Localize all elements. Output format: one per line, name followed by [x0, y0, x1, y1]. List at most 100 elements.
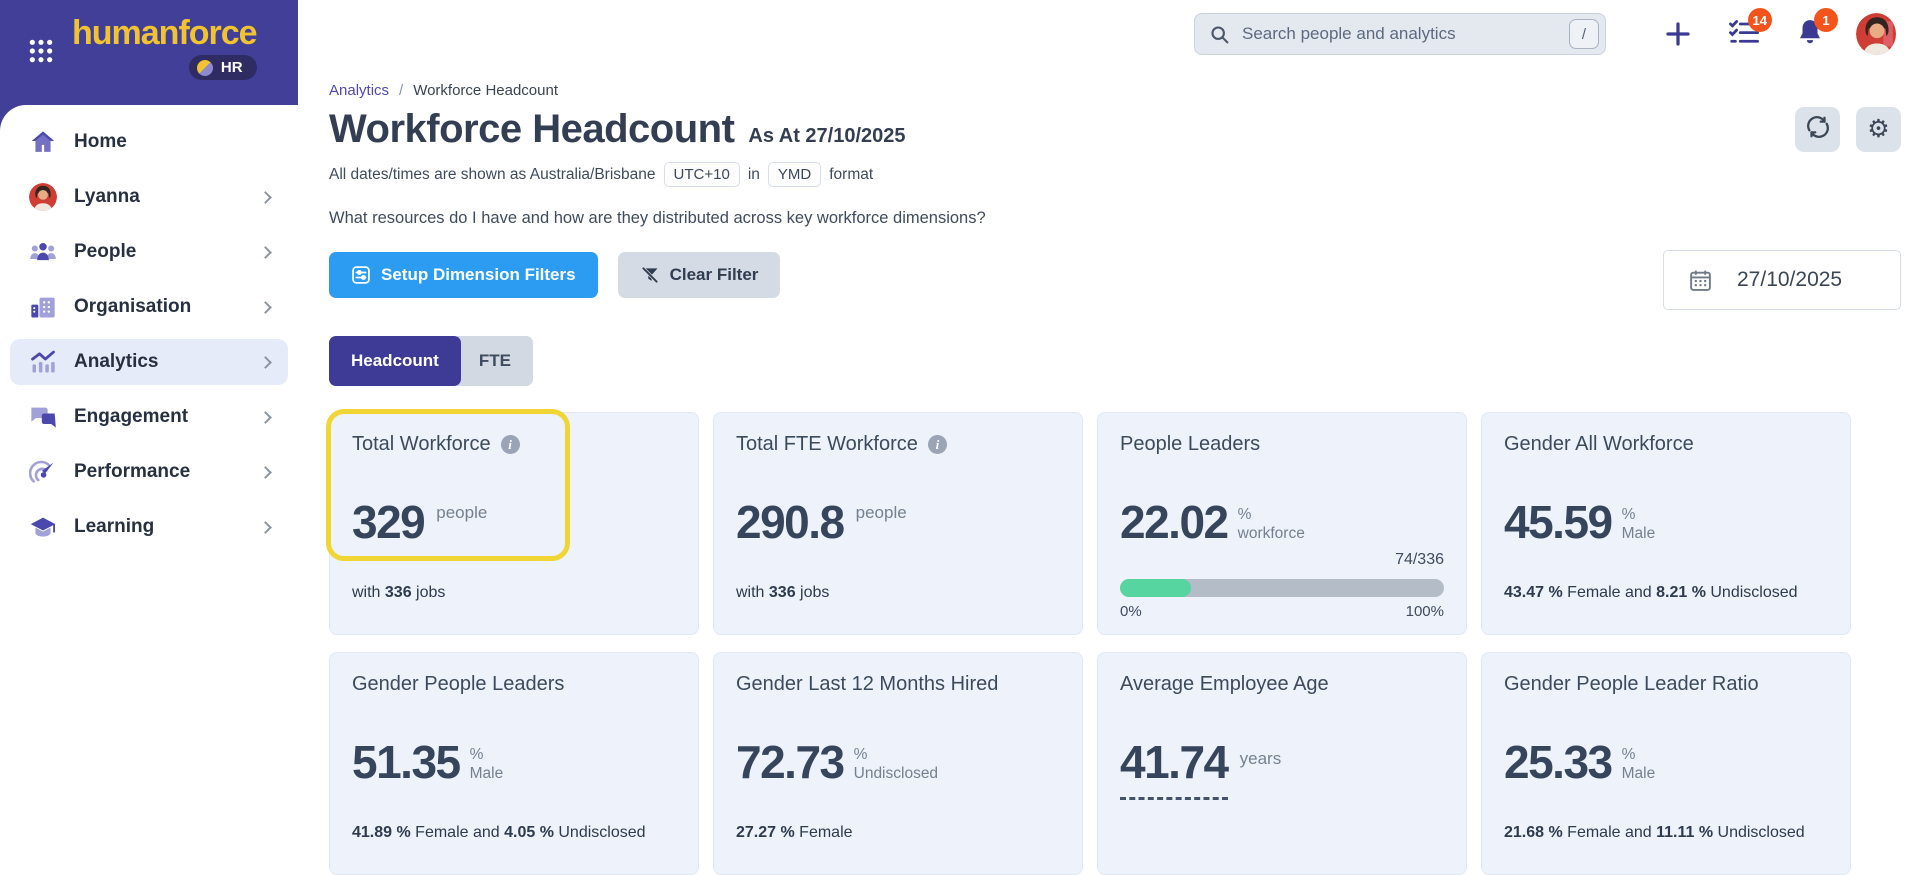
- hr-badge-icon: [196, 59, 213, 76]
- card-footnote: 21.68 % Female and 11.11 % Undisclosed: [1504, 824, 1805, 841]
- logo[interactable]: humanforce HR: [72, 14, 258, 81]
- metric-value: 51.35: [352, 736, 461, 788]
- info-icon[interactable]: i: [500, 435, 520, 454]
- card-total-fte-workforce[interactable]: Total FTE Workforce i 290.8 people with …: [713, 412, 1083, 635]
- metric-value: 290.8: [736, 496, 845, 548]
- metric-unit: % Male: [1621, 505, 1656, 542]
- card-title: Gender People Leader Ratio: [1504, 673, 1759, 695]
- sidebar-item-engagement[interactable]: Engagement: [10, 394, 288, 440]
- app-launcher-icon[interactable]: [28, 38, 54, 69]
- breadcrumb-analytics-link[interactable]: Analytics: [329, 82, 389, 99]
- refresh-button[interactable]: [1795, 107, 1840, 152]
- hr-badge: HR: [188, 55, 257, 80]
- tasks-count-badge: 14: [1747, 8, 1772, 32]
- timezone-note: All dates/times are shown as Australia/B…: [329, 162, 1901, 187]
- sidebar-item-lyanna[interactable]: Lyanna: [10, 174, 288, 220]
- tab-headcount[interactable]: Headcount: [329, 336, 461, 386]
- search-icon: [1209, 24, 1230, 45]
- sidebar-item-performance[interactable]: Performance: [10, 449, 288, 495]
- dashboard-question: What resources do I have and how are the…: [329, 209, 986, 227]
- add-button[interactable]: [1658, 14, 1698, 54]
- utc-chip: UTC+10: [663, 162, 740, 187]
- as-at-date: As At 27/10/2025: [748, 125, 906, 147]
- performance-icon: [28, 457, 58, 487]
- card-total-workforce[interactable]: Total Workforce i 329 people with 336 jo…: [326, 409, 699, 635]
- tasks-button[interactable]: 14: [1724, 8, 1772, 54]
- card-footnote: 41.89 % Female and 4.05 % Undisclosed: [352, 824, 646, 841]
- sidebar-item-analytics[interactable]: Analytics: [10, 339, 288, 385]
- metric-unit: % Male: [469, 745, 504, 782]
- card-title: People Leaders: [1120, 433, 1261, 455]
- sidebar-item-people[interactable]: People: [10, 229, 288, 275]
- clear-filter-button[interactable]: Clear Filter: [617, 252, 781, 298]
- info-icon[interactable]: i: [927, 435, 947, 454]
- chevron-right-icon: [259, 410, 272, 424]
- timezone-text: format: [829, 165, 874, 183]
- tab-fte[interactable]: FTE: [456, 336, 533, 386]
- profile-avatar[interactable]: [1856, 13, 1896, 55]
- metric-unit: people: [855, 503, 907, 522]
- calendar-icon: [1688, 268, 1713, 293]
- card-title: Gender People Leaders: [352, 673, 565, 695]
- topbar: / 14: [298, 0, 1910, 68]
- card-title: Gender Last 12 Months Hired: [736, 673, 999, 695]
- filter-sliders-icon: [351, 265, 371, 285]
- date-value: 27/10/2025: [1737, 268, 1843, 291]
- card-average-employee-age[interactable]: Average Employee Age 41.74 years: [1097, 652, 1467, 875]
- card-gender-last-12-months-hired[interactable]: Gender Last 12 Months Hired 72.73 % Undi…: [713, 652, 1083, 875]
- timezone-text: in: [747, 165, 760, 183]
- chevron-right-icon: [259, 300, 272, 314]
- main-area: / 14: [298, 0, 1910, 875]
- timezone-text: All dates/times are shown as Australia/B…: [329, 165, 656, 183]
- metric-value: 329: [352, 496, 426, 548]
- card-people-leaders[interactable]: People Leaders 22.02 % workforce 74/336: [1097, 412, 1467, 635]
- search-input[interactable]: [1242, 24, 1569, 44]
- card-footnote: with 336 jobs: [736, 584, 830, 601]
- card-footnote: with 336 jobs: [352, 584, 446, 601]
- sidebar: humanforce HR Home Lyanna People Organis…: [0, 0, 298, 875]
- notifications-count-badge: 1: [1814, 8, 1838, 32]
- refresh-icon: [1805, 114, 1831, 145]
- date-format-chip: YMD: [767, 162, 822, 187]
- card-title: Gender All Workforce: [1504, 433, 1694, 455]
- sidebar-item-organisation[interactable]: Organisation: [10, 284, 288, 330]
- notifications-button[interactable]: 1: [1790, 8, 1838, 54]
- page-title: Workforce Headcount: [329, 107, 735, 151]
- card-footnote: 27.27 % Female: [736, 824, 853, 841]
- metric-unit: % Male: [1621, 745, 1656, 782]
- sidebar-nav: Home Lyanna People Organisation Analytic…: [0, 105, 298, 875]
- home-icon: [28, 127, 58, 157]
- breadcrumb-separator: /: [399, 82, 404, 99]
- metric-value: 41.74: [1120, 735, 1229, 800]
- metric-value: 45.59: [1504, 496, 1613, 548]
- actions-row: Setup Dimension Filters Clear Filter 27/…: [329, 250, 1901, 310]
- metric-value: 72.73: [736, 736, 845, 788]
- card-title: Total FTE Workforce: [736, 433, 918, 455]
- card-gender-all-workforce[interactable]: Gender All Workforce 45.59 % Male 43.47 …: [1481, 412, 1851, 635]
- chevron-right-icon: [259, 190, 272, 204]
- settings-button[interactable]: ⚙: [1856, 107, 1901, 152]
- metric-unit: % Undisclosed: [853, 745, 939, 782]
- card-title: Average Employee Age: [1120, 673, 1329, 695]
- progress-fill: [1120, 579, 1192, 597]
- date-picker[interactable]: 27/10/2025: [1663, 250, 1901, 310]
- app-window: humanforce HR Home Lyanna People Organis…: [0, 0, 1910, 875]
- global-search[interactable]: /: [1194, 13, 1606, 55]
- breadcrumb: Analytics / Workforce Headcount: [329, 82, 1901, 99]
- view-tabs: Headcount FTE: [329, 336, 1901, 386]
- card-gender-people-leaders[interactable]: Gender People Leaders 51.35 % Male 41.89…: [329, 652, 699, 875]
- page-content: Analytics / Workforce Headcount Workforc…: [298, 68, 1910, 875]
- sidebar-item-learning[interactable]: Learning: [10, 504, 288, 550]
- card-gender-people-leader-ratio[interactable]: Gender People Leader Ratio 25.33 % Male …: [1481, 652, 1851, 875]
- sidebar-item-home[interactable]: Home: [10, 119, 288, 165]
- logo-text: humanforce: [72, 14, 258, 52]
- metric-value: 25.33: [1504, 736, 1613, 788]
- chevron-right-icon: [259, 520, 272, 534]
- progress-scale: 0% 100%: [1120, 603, 1444, 620]
- avatar: [1856, 13, 1896, 55]
- leaders-ratio: 74/336: [1395, 551, 1444, 568]
- metric-unit: people: [436, 503, 488, 522]
- learning-icon: [28, 512, 58, 542]
- setup-dimension-filters-button[interactable]: Setup Dimension Filters: [329, 252, 598, 298]
- card-title: Total Workforce: [352, 433, 491, 455]
